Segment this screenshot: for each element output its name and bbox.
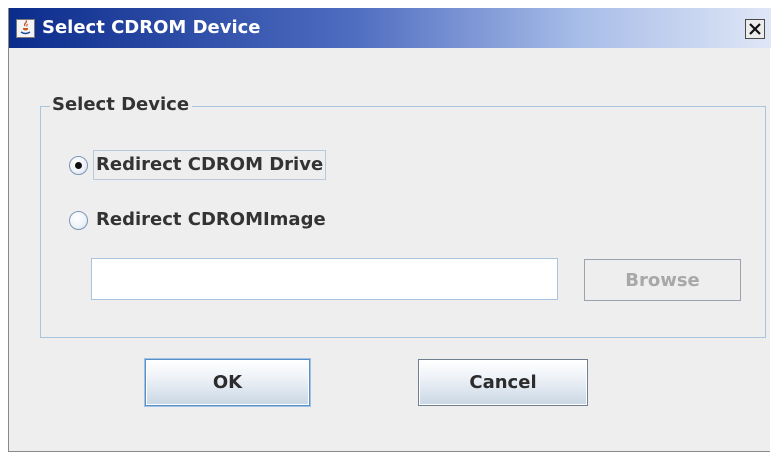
title-bar[interactable]: Select CDROM Device (9, 8, 771, 48)
radio-button-unselected[interactable] (69, 210, 88, 230)
browse-button[interactable]: Browse (584, 259, 741, 301)
cancel-button[interactable]: Cancel (418, 359, 588, 406)
group-title: Select Device (50, 94, 193, 116)
radio-button-selected[interactable] (69, 155, 88, 175)
window-title: Select CDROM Device (42, 17, 261, 38)
select-cdrom-dialog: Select CDROM Device Select Device Redire… (8, 8, 771, 452)
radio-redirect-cdrom-drive[interactable]: Redirect CDROM Drive (69, 148, 327, 182)
radio-label-image[interactable]: Redirect CDROMImage (96, 209, 326, 231)
radio-selected-dot (75, 161, 82, 169)
java-app-icon (16, 19, 35, 38)
ok-button[interactable]: OK (145, 359, 310, 406)
radio-redirect-cdrom-image[interactable]: Redirect CDROMImage (69, 203, 326, 237)
close-icon[interactable] (745, 19, 765, 39)
radio-label-drive[interactable]: Redirect CDROM Drive (93, 150, 327, 180)
image-path-input[interactable] (91, 258, 558, 300)
